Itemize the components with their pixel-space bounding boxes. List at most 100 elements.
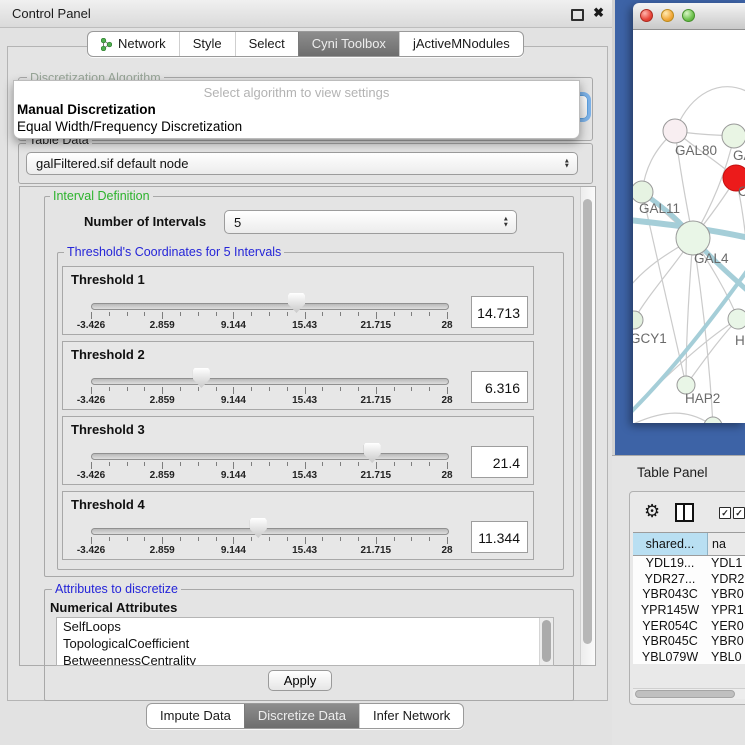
threshold-1-slider-thumb[interactable] [288,293,305,313]
close-window-icon[interactable] [640,9,653,22]
tick-mark [251,387,252,391]
threshold-4-slider-thumb[interactable] [250,518,267,538]
tick-mark [429,537,430,541]
minimize-window-icon[interactable] [661,9,674,22]
tick-mark [322,312,323,316]
node-label: GA [733,148,745,163]
threshold-3-slider-track[interactable] [91,453,449,460]
tab-discretize-data[interactable]: Discretize Data [244,704,359,728]
number-of-intervals-combo[interactable]: 5 ▲▼ [224,210,517,234]
threshold-4-value-field[interactable]: 11.344 [471,521,528,553]
zoom-window-icon[interactable] [682,9,695,22]
list-item-topologicalcoefficient[interactable]: TopologicalCoefficient [57,635,553,652]
tab-impute-data-label: Impute Data [160,704,231,728]
table-row[interactable]: YPR145WYPR1 [633,603,745,619]
tab-cyni-toolbox-label: Cyni Toolbox [312,32,386,56]
network-node[interactable] [676,221,710,255]
table-data-combo[interactable]: galFiltered.sif default node ▲▼ [26,152,578,175]
tick-mark [144,312,145,316]
table-row[interactable]: YDR27...YDR2 [633,572,745,588]
threshold-4-label: Threshold 4 [71,497,145,512]
tick-mark [322,537,323,541]
network-edge[interactable] [686,238,693,385]
table-row[interactable]: YER054CYER0 [633,619,745,635]
tab-jactivemnodules[interactable]: jActiveMNodules [399,32,523,56]
tick-mark [358,462,359,466]
tick-label: 15.43 [275,470,335,481]
tab-select[interactable]: Select [235,32,298,56]
gear-icon[interactable]: ⚙ [644,501,660,522]
network-edge[interactable] [633,413,713,423]
column-header-name[interactable]: na [708,533,745,555]
tick-mark [358,387,359,391]
checkbox-checked-icon[interactable]: ✓ [719,507,731,519]
tab-impute-data[interactable]: Impute Data [147,704,244,728]
cell-name: YPR1 [707,603,745,619]
scrollbar-thumb[interactable] [583,199,592,644]
threshold-2-value-field[interactable]: 6.316 [471,371,528,403]
tick-mark [429,462,430,466]
threshold-3-value-field[interactable]: 21.4 [471,446,528,478]
network-node[interactable] [704,417,722,423]
tick-label: -3.426 [61,545,121,556]
scrollbar-thumb[interactable] [542,620,551,662]
tick-mark [287,312,288,316]
tick-mark [216,387,217,391]
float-window-icon[interactable] [571,9,584,21]
threshold-1-slider-track[interactable] [91,303,449,310]
thresholds-list: Threshold 1-3.4262.8599.14415.4321.71528… [62,266,534,566]
tab-cyni-toolbox[interactable]: Cyni Toolbox [298,32,399,56]
network-canvas[interactable]: GAL80GACGAL11GAL4GCY1HHAP2 [633,30,745,423]
top-tab-bar: NetworkStyleSelect Cyni Toolbox jActiveMNo… [87,31,524,57]
table-row[interactable]: YBL079WYBL0 [633,650,745,664]
screen: Control Panel ✖ NetworkStyleSelect Cyni T… [0,0,745,745]
list-item-betweennesscentrality[interactable]: BetweennessCentrality [57,652,553,666]
network-node[interactable] [633,311,643,329]
tick-mark [180,312,181,316]
tick-mark [233,312,234,319]
threshold-2-slider-thumb[interactable] [193,368,210,388]
node-label: GAL4 [694,251,729,266]
tick-mark [162,312,163,319]
control-panel-titlebar: Control Panel ✖ [0,0,612,28]
network-node[interactable] [722,124,745,148]
close-panel-icon[interactable]: ✖ [593,5,604,21]
threshold-2-slider-track[interactable] [91,378,449,385]
network-node[interactable] [663,119,687,143]
tick-mark [91,462,92,469]
algorithm-option-manual[interactable]: Manual Discretization [17,102,156,117]
attributes-scrollbar[interactable] [539,618,553,665]
tick-mark [127,312,128,316]
table-hscrollbar[interactable] [633,688,745,699]
table-row[interactable]: YDL19...YDL1 [633,556,745,572]
tick-label: 15.43 [275,545,335,556]
column-header-shared-name[interactable]: shared... [633,533,708,555]
tab-style[interactable]: Style [179,32,235,56]
apply-button[interactable]: Apply [268,670,332,691]
threshold-3-slider-thumb[interactable] [364,443,381,463]
network-node[interactable] [633,181,653,203]
cell-name: YDR2 [707,572,745,588]
tick-mark [216,537,217,541]
tick-mark [376,462,377,469]
threshold-3-label: Threshold 3 [71,422,145,437]
table-row[interactable]: YBR043CYBR0 [633,587,745,603]
algorithm-option-equal-width[interactable]: Equal Width/Frequency Discretization [17,119,242,134]
tick-mark [305,387,306,394]
checkbox-checked-icon[interactable]: ✓ [733,507,745,519]
slider-tick-labels: -3.4262.8599.14415.4321.71528 [91,545,448,557]
network-node[interactable] [728,309,745,329]
cell-name: YBR0 [707,587,745,603]
list-item-selfloops[interactable]: SelfLoops [57,618,553,635]
scrollbar-thumb[interactable] [635,690,735,698]
tick-mark [144,387,145,391]
table-row[interactable]: YBR045CYBR0 [633,634,745,650]
tab-infer-network[interactable]: Infer Network [359,704,463,728]
tick-label: 9.144 [203,320,263,331]
table-columns-icon[interactable] [675,503,694,522]
settings-scrollbar[interactable] [580,187,595,665]
combo-arrows-icon: ▲▼ [564,158,570,169]
threshold-1-value-field[interactable]: 14.713 [471,296,528,328]
tab-network[interactable]: Network [88,32,179,56]
threshold-4-slider-track[interactable] [91,528,449,535]
